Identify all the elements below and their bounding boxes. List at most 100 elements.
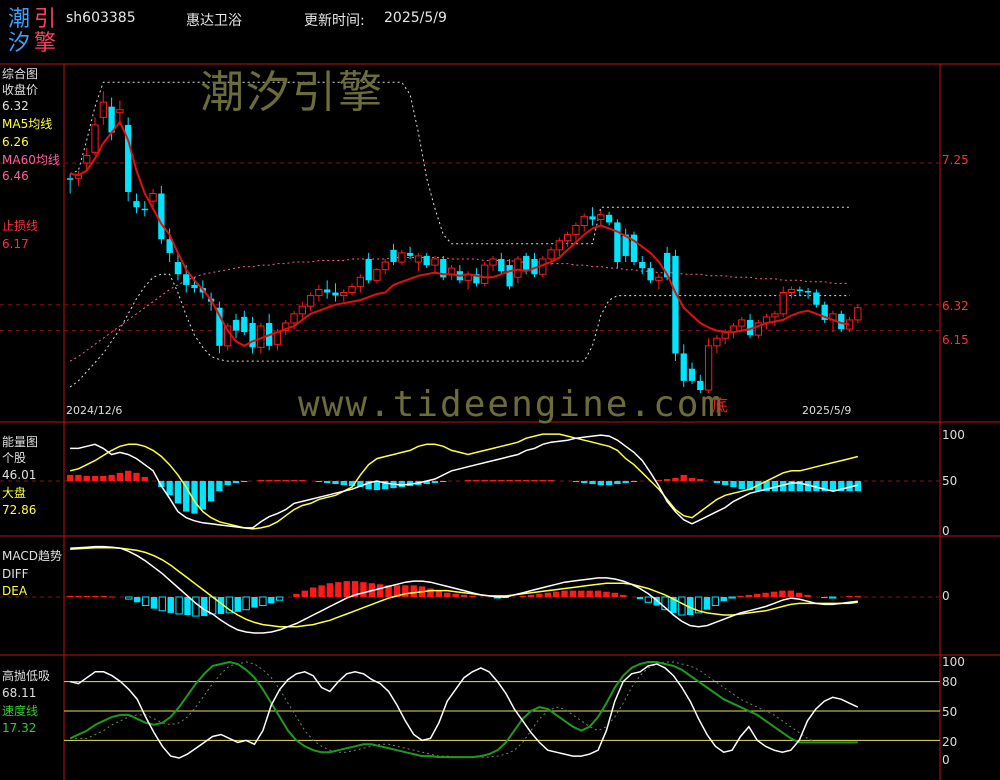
candle-body xyxy=(340,292,348,297)
candle-body xyxy=(149,192,157,202)
candle-body xyxy=(290,313,298,324)
stock-code: sh603385 xyxy=(66,10,136,26)
energy-bar xyxy=(531,479,538,481)
y-tick-energy-1: 50 xyxy=(942,474,958,488)
candle-body xyxy=(738,319,746,327)
energy-bar xyxy=(66,474,74,481)
macd-bar xyxy=(83,595,91,597)
energy-bar xyxy=(75,474,82,481)
macd-bar xyxy=(293,593,300,597)
macd-bar xyxy=(644,596,653,603)
candle-body xyxy=(398,252,406,263)
legend-ma60-value: 6.46 xyxy=(2,169,29,183)
logo-char: 擎 xyxy=(34,31,57,56)
energy-bar xyxy=(183,481,190,512)
energy-bar xyxy=(133,472,140,481)
legend-close-name: 收盘价 xyxy=(2,83,39,97)
y-tick-tide-2: 50 xyxy=(942,705,958,719)
macd-bar xyxy=(787,590,794,597)
watermark-cn: 潮汐引擎 xyxy=(200,67,384,118)
candle-body xyxy=(589,216,596,220)
macd-bar xyxy=(561,590,568,597)
candle-body xyxy=(639,262,646,269)
energy-bar xyxy=(655,479,663,481)
candle-body xyxy=(680,353,687,381)
energy-bar xyxy=(116,472,124,481)
macd-bar xyxy=(770,591,778,597)
macd-bar xyxy=(762,592,769,597)
energy-bar xyxy=(257,479,265,481)
energy-bar xyxy=(373,481,381,491)
energy-bar xyxy=(265,479,273,481)
candle-body xyxy=(390,249,397,263)
legend-ma60-name: MA60均线 xyxy=(2,153,60,167)
energy-bar xyxy=(100,475,107,481)
legend-dea-name: DEA xyxy=(2,584,28,598)
macd-bar xyxy=(544,592,551,597)
candle-body xyxy=(572,224,580,236)
logo-char: 潮 xyxy=(8,7,31,32)
candle-body xyxy=(381,261,389,271)
energy-bar xyxy=(299,479,306,481)
macd-bar xyxy=(444,592,451,597)
macd-bar xyxy=(703,597,711,610)
energy-panel-title: 能量图 xyxy=(2,435,39,449)
candle-body xyxy=(99,101,107,118)
candle-body xyxy=(406,252,414,256)
energy-bar xyxy=(473,479,480,481)
candle-body xyxy=(555,240,564,251)
energy-bar xyxy=(489,479,497,481)
legend-close-value: 6.32 xyxy=(2,99,29,113)
candle-body xyxy=(423,255,430,266)
logo-char: 汐 xyxy=(8,31,31,56)
candle-body xyxy=(315,288,323,297)
macd-bar xyxy=(251,597,258,608)
candle-body xyxy=(813,292,820,305)
macd-bar xyxy=(711,596,720,606)
candle-body xyxy=(365,258,372,281)
energy-bar xyxy=(83,475,90,481)
energy-bar xyxy=(722,481,729,486)
macd-bar xyxy=(737,595,744,597)
energy-bar xyxy=(232,481,240,484)
candle-body xyxy=(348,285,356,294)
candle-body xyxy=(91,124,99,153)
macd-bar xyxy=(141,596,150,606)
candle-body xyxy=(83,154,91,164)
macd-bar xyxy=(527,594,535,597)
y-tick-energy-2: 0 xyxy=(942,524,950,538)
energy-bar xyxy=(91,475,99,481)
macd-bar xyxy=(275,596,284,601)
energy-bar xyxy=(464,479,472,481)
energy-bar xyxy=(498,479,505,481)
ma5-line xyxy=(69,119,850,347)
legend-speed-value: 17.32 xyxy=(2,721,37,735)
energy-bar xyxy=(431,481,439,484)
energy-bar xyxy=(738,481,745,490)
candle-body xyxy=(672,255,679,354)
macd-bar xyxy=(184,597,191,616)
y-tick-tide-4: 0 xyxy=(942,753,950,767)
watermark-url: www.tideengine.com xyxy=(298,384,725,425)
energy-bar xyxy=(440,481,447,483)
energy-bar xyxy=(523,479,530,481)
macd-bar xyxy=(821,597,828,599)
candle-body xyxy=(431,258,439,266)
macd-bar xyxy=(167,597,174,613)
macd-bar xyxy=(469,595,476,597)
energy-bar xyxy=(166,481,173,496)
y-tick-energy-0: 100 xyxy=(942,428,965,442)
candle-body xyxy=(713,337,721,347)
macd-bar xyxy=(578,590,585,597)
macd-bar xyxy=(720,597,727,602)
macd-bar xyxy=(309,587,317,597)
energy-bar xyxy=(697,478,704,481)
legend-speed-name: 速度线 xyxy=(2,704,39,718)
candle-body xyxy=(306,295,315,307)
macd-bar xyxy=(854,595,861,597)
bottom-mark: 底 xyxy=(712,396,729,415)
candle-body xyxy=(489,258,497,266)
legend-stock-value: 46.01 xyxy=(2,468,37,482)
candle-body xyxy=(580,215,588,226)
candle-body xyxy=(498,258,505,272)
